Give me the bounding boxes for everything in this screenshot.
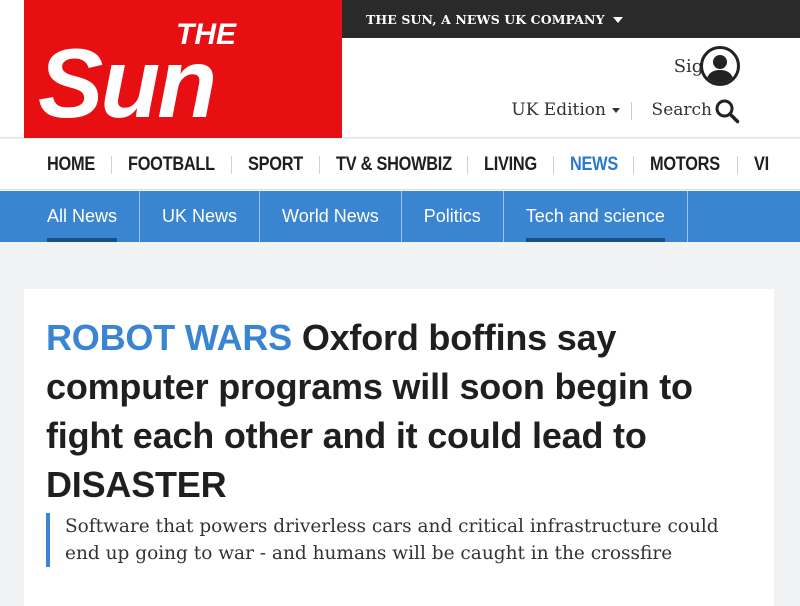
sub-nav-item[interactable]: Tech and science	[525, 191, 665, 242]
company-menu[interactable]: THE SUN, A NEWS UK COMPANY	[366, 12, 623, 27]
search-icon[interactable]	[714, 98, 740, 124]
sub-nav-item[interactable]: Politics	[424, 191, 481, 242]
main-nav-item[interactable]: TV & SHOWBIZ	[336, 154, 452, 176]
nav-divider	[318, 155, 320, 174]
nav-divider	[736, 155, 738, 174]
subnav-divider	[502, 191, 504, 242]
sub-nav-item[interactable]: All News	[47, 191, 118, 242]
article-headline: ROBOT WARS Oxford boffins say computer p…	[46, 313, 756, 509]
subnav-divider	[139, 191, 141, 242]
main-nav-item[interactable]: SPORT	[248, 154, 303, 176]
search-link[interactable]: Search	[652, 100, 712, 120]
sub-nav-item[interactable]: UK News	[162, 191, 237, 242]
divider	[631, 102, 632, 120]
subnav-divider	[686, 191, 688, 242]
main-nav-item[interactable]: HOME	[47, 154, 95, 176]
subnav-divider	[259, 191, 261, 242]
edition-selector[interactable]: UK Edition	[511, 100, 620, 120]
sub-nav-item[interactable]: World News	[282, 191, 379, 242]
main-nav-item[interactable]: NEWS	[570, 154, 618, 176]
nav-divider	[552, 155, 554, 174]
main-navigation: HOME FOOTBALL SPORT TV & SHOWBIZ LIVING NEWS M…	[0, 139, 800, 190]
chevron-down-icon	[612, 108, 620, 113]
edition-label: UK Edition	[511, 100, 606, 120]
logo-wordmark: THE Sun	[38, 18, 237, 138]
header-utilities: Sign in UK Edition Search	[342, 38, 800, 138]
nav-divider	[467, 155, 469, 174]
sub-nav-list: All News UK News World News Politics Tech an…	[0, 191, 800, 242]
subnav-divider	[400, 191, 402, 242]
company-bar: THE SUN, A NEWS UK COMPANY	[342, 0, 800, 38]
main-nav-item[interactable]: LIVING	[484, 154, 537, 176]
headline-kicker: ROBOT WARS	[46, 317, 292, 358]
news-sub-navigation: All News UK News World News Politics Tech an…	[0, 191, 800, 242]
logo-line-sun: Sun	[38, 28, 214, 138]
article-card: ROBOT WARS Oxford boffins say computer p…	[24, 289, 774, 606]
nav-divider	[633, 155, 635, 174]
main-nav-item[interactable]: MOTORS	[650, 154, 720, 176]
main-nav-item[interactable]: VI	[754, 154, 769, 176]
the-sun-logo[interactable]: THE Sun	[24, 0, 342, 138]
company-label: THE SUN, A NEWS UK COMPANY	[366, 11, 605, 27]
main-nav-list: HOME FOOTBALL SPORT TV & SHOWBIZ LIVING NEWS M…	[0, 139, 800, 189]
user-avatar-icon[interactable]	[700, 46, 740, 86]
nav-divider	[230, 155, 232, 174]
article-standfirst: Software that powers driverless cars and…	[46, 513, 746, 567]
nav-divider	[110, 155, 112, 174]
main-nav-item[interactable]: FOOTBALL	[128, 154, 215, 176]
chevron-down-icon	[612, 17, 623, 23]
